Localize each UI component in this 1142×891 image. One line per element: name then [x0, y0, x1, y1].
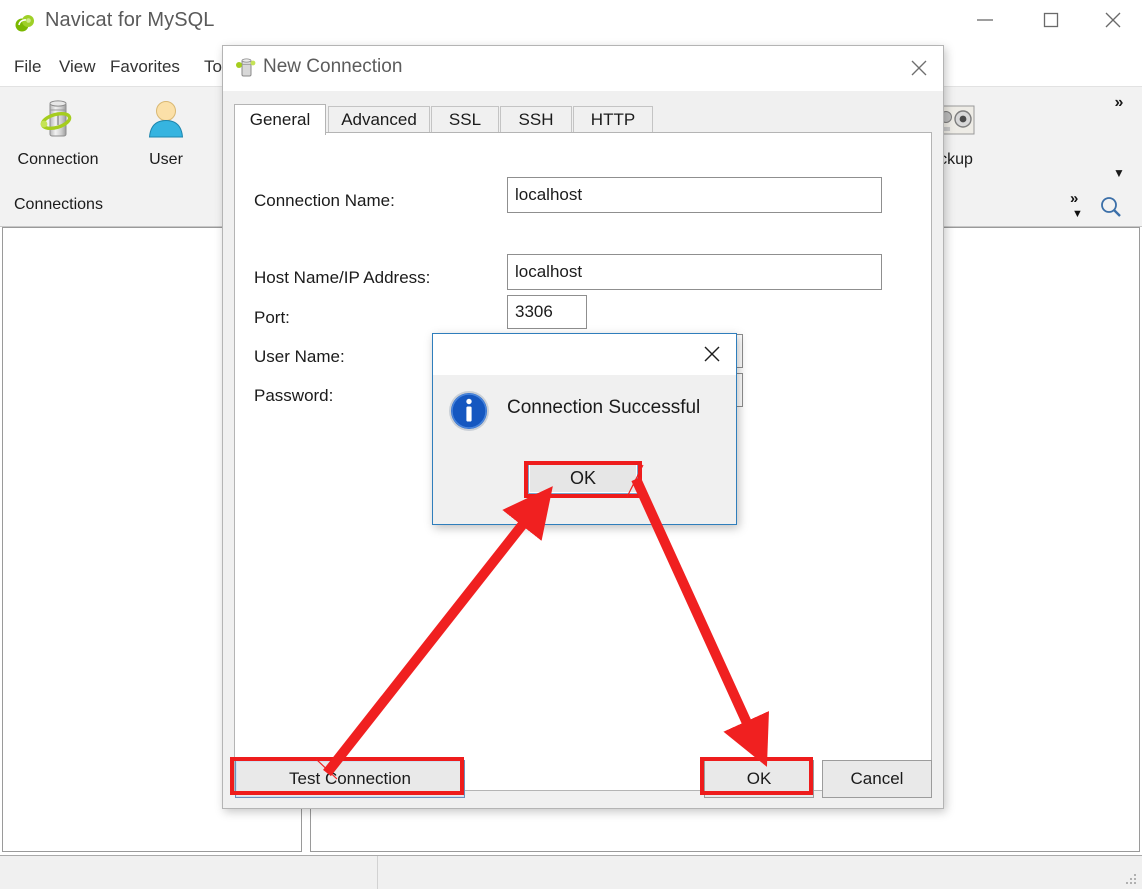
dialog-titlebar: New Connection: [223, 46, 943, 91]
tab-ssl[interactable]: SSL: [431, 106, 499, 133]
dialog-tabstrip: General Advanced SSL SSH HTTP: [234, 104, 932, 135]
subbar-tools: » ▼: [1048, 188, 1138, 226]
toolbar-label-backup: ckup: [939, 151, 973, 168]
tab-http[interactable]: HTTP: [573, 106, 653, 133]
label-password: Password:: [254, 386, 334, 405]
messagebox-message: Connection Successful: [507, 397, 701, 418]
toolbar-button-connection[interactable]: Connection: [10, 95, 106, 181]
toolbar-button-user[interactable]: User: [118, 95, 214, 181]
app-title: Navicat for MySQL: [45, 9, 215, 31]
label-port: Port:: [254, 308, 290, 327]
label-connection-name: Connection Name:: [254, 191, 395, 210]
maximize-button[interactable]: [1028, 0, 1074, 40]
search-icon[interactable]: [1098, 194, 1124, 225]
test-connection-button[interactable]: Test Connection: [235, 760, 465, 798]
toolbar-label-user: User: [149, 151, 183, 168]
connection-icon: [235, 57, 257, 79]
messagebox-close-button[interactable]: [694, 337, 730, 371]
caret-down-icon[interactable]: ▼: [1113, 167, 1125, 179]
close-button[interactable]: [1090, 0, 1136, 40]
tab-advanced[interactable]: Advanced: [328, 106, 430, 133]
main-window-titlebar: Navicat for MySQL: [0, 0, 1142, 48]
tab-ssh[interactable]: SSH: [500, 106, 572, 133]
menu-item-file[interactable]: File: [8, 54, 47, 79]
dialog-close-button[interactable]: [899, 49, 939, 87]
toolbar-label-connection: Connection: [17, 151, 99, 168]
messagebox-ok-button[interactable]: OK: [528, 462, 638, 494]
statusbar-separator: [377, 856, 378, 889]
label-user-name: User Name:: [254, 347, 345, 366]
menu-item-view[interactable]: View: [53, 54, 102, 79]
input-port[interactable]: [507, 295, 587, 329]
toolbar-overflow[interactable]: » ▼: [1102, 91, 1136, 183]
input-connection-name[interactable]: [507, 177, 882, 213]
resize-grip-icon[interactable]: [1124, 872, 1138, 886]
caret-down-icon[interactable]: ▼: [1072, 208, 1083, 220]
statusbar: [0, 855, 1142, 889]
messagebox-titlebar: [433, 334, 736, 375]
application-window: Navicat for MySQL File View Favorites To: [0, 0, 1142, 889]
dialog-title: New Connection: [263, 56, 403, 77]
navicat-logo-icon: [13, 12, 37, 36]
dialog-cancel-button[interactable]: Cancel: [822, 760, 932, 798]
double-chevron-right-icon[interactable]: »: [1070, 190, 1078, 207]
user-icon: [143, 95, 189, 145]
connections-label: Connections: [14, 196, 103, 213]
dialog-ok-button[interactable]: OK: [704, 760, 814, 798]
database-connection-icon: [35, 95, 81, 145]
label-host-name: Host Name/IP Address:: [254, 268, 431, 287]
double-chevron-right-icon[interactable]: »: [1115, 95, 1124, 111]
connection-successful-messagebox: Connection Successful OK: [432, 333, 737, 525]
menu-item-favorites[interactable]: Favorites: [104, 54, 186, 79]
input-host-name[interactable]: [507, 254, 882, 290]
minimize-button[interactable]: [962, 0, 1008, 40]
tab-general[interactable]: General: [234, 104, 326, 135]
info-icon: [447, 389, 491, 433]
